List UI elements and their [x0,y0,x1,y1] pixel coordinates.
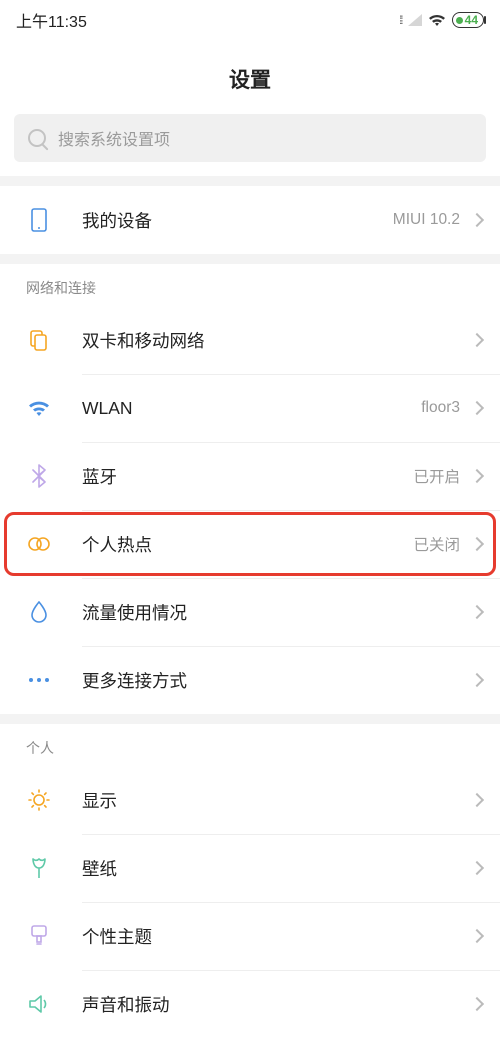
row-value: MIUI 10.2 [393,211,460,229]
battery-indicator: 44 [452,12,484,28]
row-value: floor3 [421,399,460,417]
bluetooth-icon [26,464,52,488]
wifi-icon [26,399,52,417]
row-bluetooth[interactable]: 蓝牙 已开启 [0,442,500,510]
droplet-icon [26,601,52,623]
row-label: 蓝牙 [82,464,413,489]
row-data-usage[interactable]: 流量使用情况 [0,578,500,646]
chevron-right-icon [470,401,484,415]
search-input[interactable]: 搜索系统设置项 [14,114,486,162]
section-header-personal: 个人 [0,724,500,766]
brush-icon [26,924,52,948]
status-bar: 上午11:35 ⁞⁞ 44 [0,0,500,40]
chevron-right-icon [470,861,484,875]
chevron-right-icon [470,469,484,483]
row-value: 已关闭 [413,533,460,555]
search-icon [28,129,46,147]
phone-icon [26,208,52,232]
row-hotspot[interactable]: 个人热点 已关闭 [0,510,500,578]
dual-sim-icon: ⁞⁞ [399,13,402,27]
tulip-icon [26,856,52,880]
row-label: 壁纸 [82,856,466,881]
chevron-right-icon [470,333,484,347]
row-label: 显示 [82,788,466,813]
row-sound[interactable]: 声音和振动 [0,970,500,1038]
sun-icon [26,788,52,812]
battery-percent: 44 [465,13,478,27]
chevron-right-icon [470,929,484,943]
signal-icon [408,14,422,26]
chevron-right-icon [470,997,484,1011]
row-label: 流量使用情况 [82,600,466,625]
row-label: WLAN [82,398,421,419]
chevron-right-icon [470,673,484,687]
row-display[interactable]: 显示 [0,766,500,834]
wifi-icon [428,13,446,27]
row-themes[interactable]: 个性主题 [0,902,500,970]
chevron-right-icon [470,793,484,807]
more-icon [26,676,52,684]
page-title: 设置 [0,40,500,114]
speaker-icon [26,993,52,1015]
search-placeholder: 搜索系统设置项 [58,126,170,150]
chevron-right-icon [470,605,484,619]
row-label: 双卡和移动网络 [82,328,460,353]
section-header-network: 网络和连接 [0,264,500,306]
row-wlan[interactable]: WLAN floor3 [0,374,500,442]
row-label: 更多连接方式 [82,668,466,693]
row-label: 我的设备 [82,208,393,233]
row-dual-sim[interactable]: 双卡和移动网络 [0,306,500,374]
chevron-right-icon [470,213,484,227]
hotspot-icon [26,536,52,552]
sim-icon [26,329,52,351]
row-value: 已开启 [413,465,460,487]
row-label: 个性主题 [82,924,466,949]
row-label: 声音和振动 [82,992,466,1017]
status-time: 上午11:35 [16,8,87,32]
row-wallpaper[interactable]: 壁纸 [0,834,500,902]
chevron-right-icon [470,537,484,551]
row-more-connections[interactable]: 更多连接方式 [0,646,500,714]
status-icons: ⁞⁞ 44 [399,12,484,28]
row-label: 个人热点 [82,532,413,557]
row-my-device[interactable]: 我的设备 MIUI 10.2 [0,186,500,254]
